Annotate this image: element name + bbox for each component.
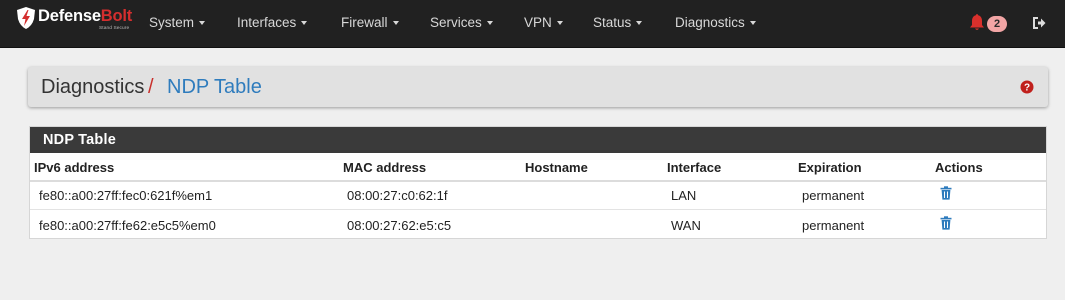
caret-down-icon (749, 21, 756, 26)
sign-out-icon[interactable] (1032, 16, 1046, 30)
trash-icon[interactable] (940, 186, 952, 200)
shield-logo-icon (17, 7, 35, 29)
bell-icon[interactable] (969, 13, 985, 31)
svg-text:?: ? (1024, 83, 1030, 94)
nav-interfaces-label: Interfaces (237, 15, 297, 30)
brand-name-part2: Bolt (100, 7, 133, 25)
breadcrumb-separator: / (148, 76, 154, 98)
column-header-mac: MAC address (343, 160, 427, 175)
nav-vpn-menu[interactable]: VPN (524, 15, 563, 30)
cell-interface: LAN (671, 188, 697, 203)
row-divider (30, 209, 1046, 210)
brand-logo[interactable]: DefenseBolt Stand Secure (17, 6, 137, 38)
caret-down-icon (556, 21, 563, 26)
nav-services-menu[interactable]: Services (430, 15, 493, 30)
brand-name-part1: Defense (38, 7, 101, 25)
nav-status-menu[interactable]: Status (593, 15, 643, 30)
column-header-actions: Actions (935, 160, 983, 175)
nav-status-label: Status (593, 15, 632, 30)
caret-down-icon (636, 21, 643, 26)
nav-diagnostics-label: Diagnostics (675, 15, 745, 30)
nav-vpn-label: VPN (524, 15, 552, 30)
breadcrumb: Diagnostics / NDP Table ? (28, 67, 1048, 107)
header-divider (30, 180, 1046, 182)
question-circle-icon[interactable]: ? (1020, 80, 1034, 94)
cell-mac: 08:00:27:c0:62:1f (347, 188, 448, 203)
brand-tagline: Stand Secure (99, 26, 130, 31)
breadcrumb-section[interactable]: Diagnostics (41, 76, 144, 99)
ndp-table-panel: NDP Table IPv6 address MAC address Hostn… (29, 126, 1047, 239)
column-header-ipv6: IPv6 address (34, 160, 115, 175)
trash-icon[interactable] (940, 216, 952, 230)
caret-down-icon (301, 21, 308, 26)
breadcrumb-current-page[interactable]: NDP Table (167, 76, 262, 99)
nav-services-label: Services (430, 15, 482, 30)
caret-down-icon (392, 21, 399, 26)
cell-expiration: permanent (802, 188, 865, 203)
nav-firewall-label: Firewall (341, 15, 388, 30)
cell-ipv6: fe80::a00:27ff:fe62:e5c5%em0 (39, 218, 216, 233)
nav-diagnostics-menu[interactable]: Diagnostics (675, 15, 756, 30)
panel-title: NDP Table (43, 132, 116, 148)
caret-down-icon (199, 21, 206, 26)
nav-system-label: System (149, 15, 195, 30)
brand-name: DefenseBolt (38, 7, 132, 26)
cell-mac: 08:00:27:62:e5:c5 (347, 218, 452, 233)
nav-firewall-menu[interactable]: Firewall (341, 15, 399, 30)
cell-expiration: permanent (802, 218, 865, 233)
cell-ipv6: fe80::a00:27ff:fec0:621f%em1 (39, 188, 213, 203)
column-header-expiration: Expiration (798, 160, 862, 175)
column-header-hostname: Hostname (525, 160, 588, 175)
top-navbar: DefenseBolt Stand Secure System Interfac… (0, 0, 1065, 48)
nav-interfaces-menu[interactable]: Interfaces (237, 15, 308, 30)
caret-down-icon (486, 21, 493, 26)
nav-system-menu[interactable]: System (149, 15, 206, 30)
column-header-interface: Interface (667, 160, 722, 175)
panel-heading: NDP Table (30, 127, 1046, 153)
cell-interface: WAN (671, 218, 701, 233)
notification-badge[interactable]: 2 (987, 16, 1007, 32)
